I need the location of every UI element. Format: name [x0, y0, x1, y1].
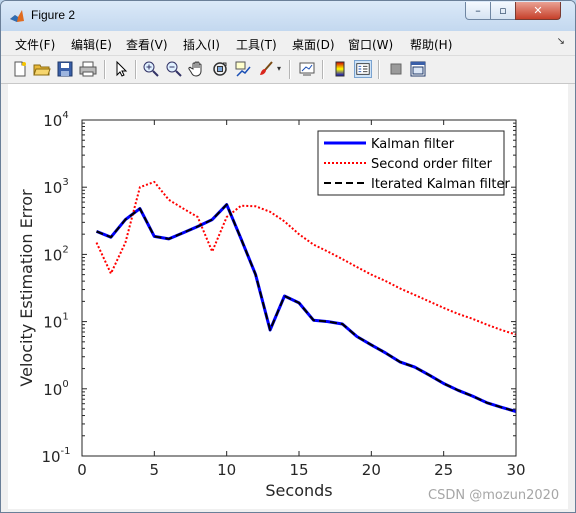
print-icon[interactable] [79, 60, 97, 78]
menu-window[interactable]: 窗口(W) [348, 36, 393, 53]
matlab-logo-icon [10, 10, 24, 22]
legend-label-2: Iterated Kalman filter [371, 177, 510, 192]
zoom-out-icon[interactable] [165, 60, 183, 78]
menu-bar: 文件(F) 编辑(E) 查看(V) 插入(I) 工具(T) 桌面(D) 窗口(W… [1, 31, 575, 56]
menu-file[interactable]: 文件(F) [15, 36, 55, 53]
menu-overflow-icon[interactable]: ↘ [557, 36, 565, 47]
y-tick-label: 104 [43, 110, 68, 130]
legend-label-1: Second order filter [371, 157, 493, 172]
x-tick-label: 0 [77, 461, 87, 479]
data-cursor-icon[interactable] [234, 60, 252, 78]
window-title: Figure 2 [31, 8, 76, 22]
x-tick-label: 30 [506, 461, 525, 479]
figure-window: Figure 2 – ▫ ✕ 文件(F) 编辑(E) 查看(V) 插入(I) 工… [0, 0, 576, 513]
velocity-error-chart: 0 5 10 15 20 25 30 10-1 100 101 102 103 104 Seconds Ve… [17, 110, 526, 500]
figure-toolbar: ▾ [1, 56, 575, 84]
watermark: CSDN @mozun2020 [428, 488, 560, 503]
y-axis-label: Velocity Estimation Error [17, 189, 36, 387]
y-tick-label: 102 [43, 244, 68, 264]
y-tick-label: 101 [43, 312, 68, 332]
colorbar-icon[interactable] [332, 60, 350, 78]
maximize-button[interactable]: ▫ [490, 2, 516, 20]
menu-desktop[interactable]: 桌面(D) [292, 36, 335, 53]
legend-label-0: Kalman filter [371, 137, 455, 152]
menu-help[interactable]: 帮助(H) [410, 36, 452, 53]
x-tick-label: 10 [217, 461, 236, 479]
hide-plot-tools-icon[interactable] [387, 60, 405, 78]
close-button[interactable]: ✕ [515, 2, 561, 20]
zoom-in-icon[interactable] [142, 60, 160, 78]
title-bar[interactable]: Figure 2 – ▫ ✕ [1, 1, 575, 31]
menu-edit[interactable]: 编辑(E) [71, 36, 112, 53]
menu-insert[interactable]: 插入(I) [183, 36, 220, 53]
brush-dropdown-icon[interactable]: ▾ [277, 64, 281, 73]
y-tick-label: 100 [43, 379, 68, 399]
y-tick-label: 103 [43, 177, 68, 197]
menu-tools[interactable]: 工具(T) [236, 36, 277, 53]
rotate-3d-icon[interactable] [211, 60, 229, 78]
pan-hand-icon[interactable] [188, 60, 206, 78]
x-tick-label: 5 [150, 461, 160, 479]
brush-icon[interactable] [257, 60, 275, 78]
legend-icon[interactable] [354, 60, 372, 78]
save-icon[interactable] [56, 60, 74, 78]
minimize-button[interactable]: – [465, 2, 491, 20]
x-tick-label: 15 [289, 461, 308, 479]
pointer-icon[interactable] [112, 60, 130, 78]
show-plot-tools-icon[interactable] [409, 60, 427, 78]
figure-canvas: 0 5 10 15 20 25 30 10-1 100 101 102 103 104 Seconds Ve… [8, 84, 568, 509]
x-axis-label: Seconds [265, 481, 332, 500]
x-tick-label: 25 [434, 461, 453, 479]
new-figure-icon[interactable] [11, 60, 29, 78]
x-tick-label: 20 [362, 461, 381, 479]
open-file-icon[interactable] [33, 60, 51, 78]
y-tick-label: 10-1 [41, 446, 70, 466]
link-plot-icon[interactable] [298, 60, 316, 78]
menu-view[interactable]: 查看(V) [126, 36, 168, 53]
